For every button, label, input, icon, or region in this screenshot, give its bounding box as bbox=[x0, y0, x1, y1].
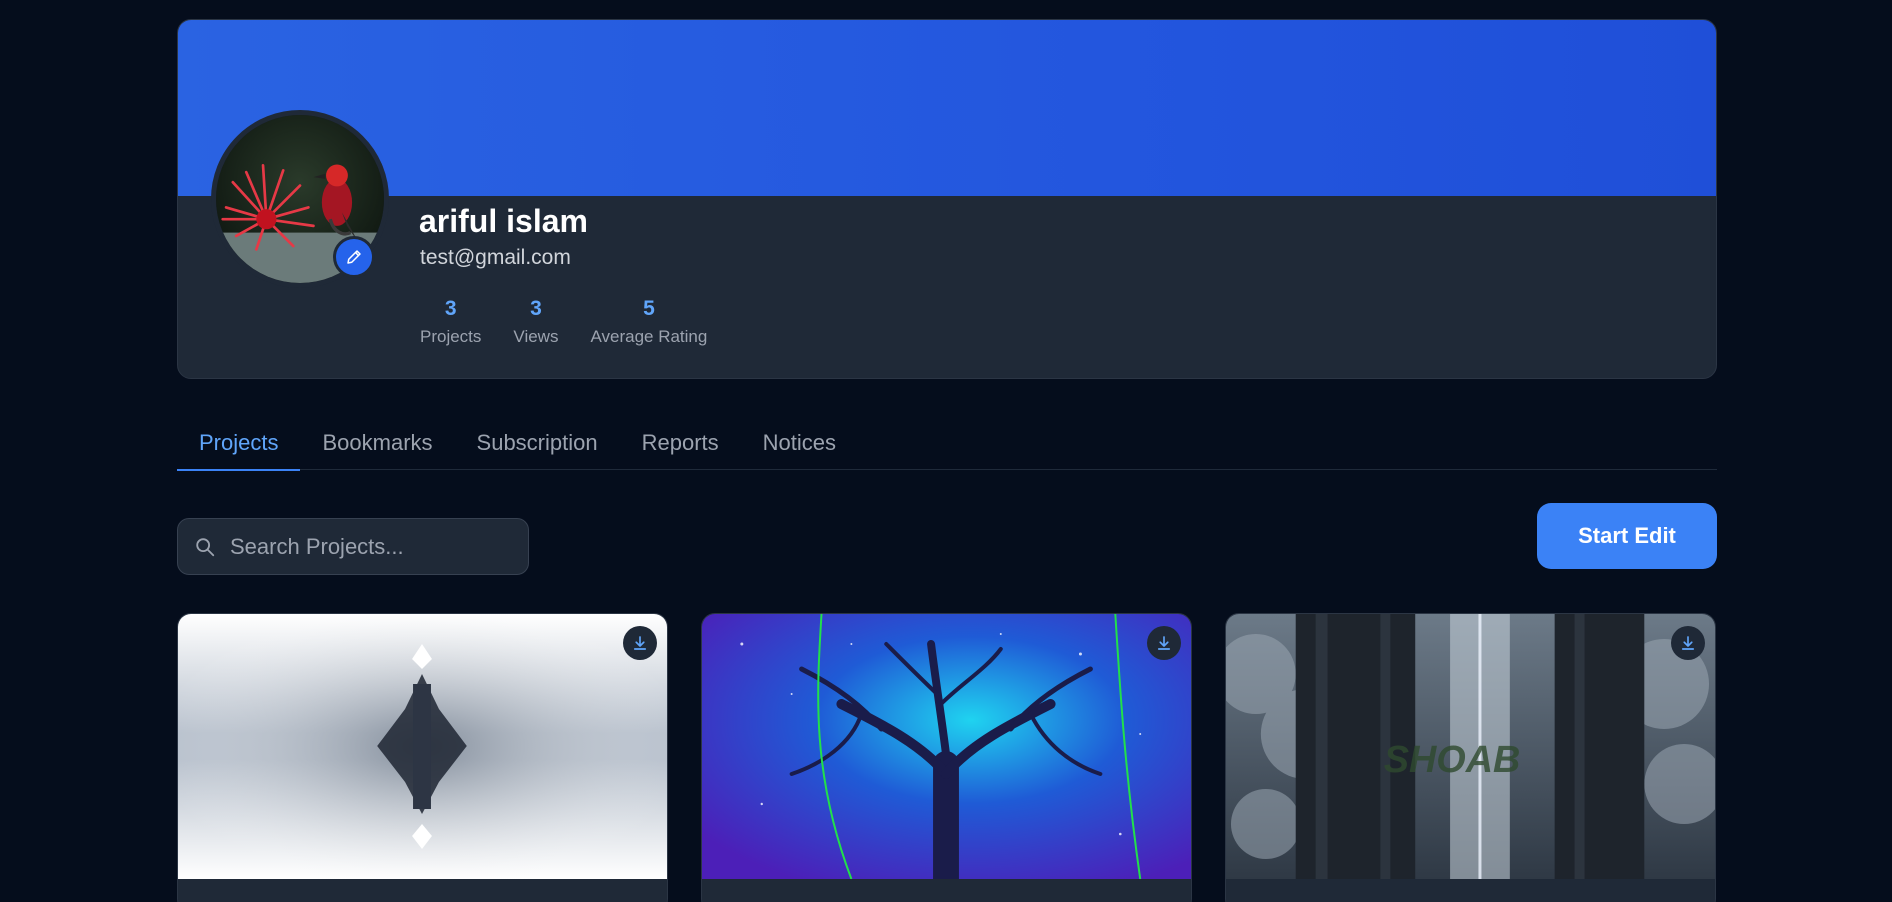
profile-card: ariful islam test@gmail.com 3 Projects 3… bbox=[177, 19, 1717, 379]
project-card[interactable]: SHOAB bbox=[1225, 613, 1716, 902]
profile-email: test@gmail.com bbox=[420, 246, 571, 269]
stat-value: 3 bbox=[444, 297, 457, 320]
download-button[interactable] bbox=[1147, 626, 1181, 660]
project-thumbnail bbox=[178, 614, 667, 879]
pencil-icon bbox=[347, 250, 361, 264]
watermark-text: SHOAB bbox=[1384, 739, 1521, 781]
stat-views: 3 Views bbox=[513, 296, 558, 347]
profile-name: ariful islam bbox=[419, 203, 588, 239]
tab-subscription[interactable]: Subscription bbox=[455, 415, 620, 470]
project-card[interactable] bbox=[177, 613, 668, 902]
project-thumbnail bbox=[702, 614, 1191, 879]
stat-projects: 3 Projects bbox=[420, 296, 481, 347]
profile-tabs: Projects Bookmarks Subscription Reports … bbox=[177, 415, 1717, 471]
stat-average-rating: 5 Average Rating bbox=[590, 296, 707, 347]
download-icon bbox=[633, 636, 647, 650]
download-button[interactable] bbox=[623, 626, 657, 660]
download-icon bbox=[1681, 636, 1695, 650]
project-thumbnail: SHOAB bbox=[1226, 614, 1715, 879]
tab-reports[interactable]: Reports bbox=[620, 415, 741, 470]
project-card[interactable] bbox=[701, 613, 1192, 902]
download-button[interactable] bbox=[1671, 626, 1705, 660]
tab-projects[interactable]: Projects bbox=[177, 415, 301, 471]
profile-stats: 3 Projects 3 Views 5 Average Rating bbox=[420, 296, 739, 347]
tab-notices[interactable]: Notices bbox=[741, 415, 858, 470]
stat-value: 3 bbox=[530, 297, 542, 320]
stat-value: 5 bbox=[643, 297, 655, 320]
download-icon bbox=[1157, 636, 1171, 650]
search-box bbox=[177, 518, 529, 575]
search-icon bbox=[196, 537, 215, 556]
stat-label: Average Rating bbox=[590, 327, 708, 347]
cover-banner bbox=[178, 20, 1716, 196]
tab-bookmarks[interactable]: Bookmarks bbox=[300, 415, 454, 470]
stat-label: Views bbox=[513, 327, 559, 347]
edit-avatar-button[interactable] bbox=[333, 236, 375, 278]
stat-label: Projects bbox=[420, 327, 482, 347]
start-edit-button[interactable]: Start Edit bbox=[1537, 503, 1717, 569]
search-input[interactable] bbox=[230, 533, 500, 560]
